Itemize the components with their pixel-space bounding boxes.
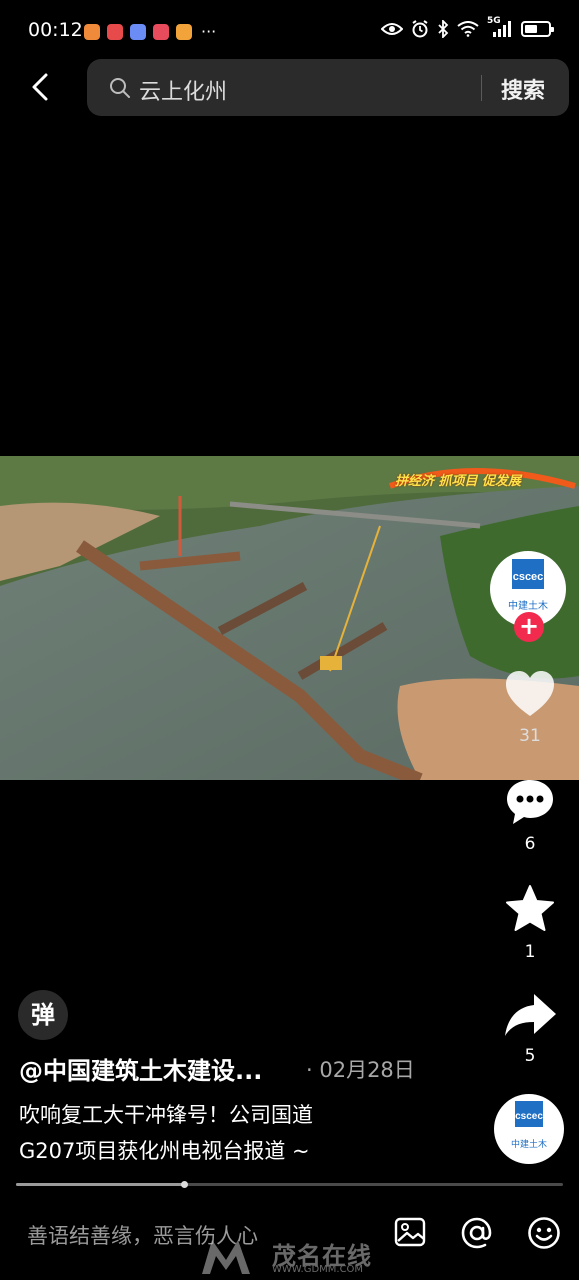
eye-icon	[381, 23, 403, 35]
comment-bubble-icon	[507, 780, 553, 824]
share-count: 5	[524, 1046, 536, 1066]
app-icon-5	[176, 23, 192, 40]
app-icon-4	[153, 23, 169, 40]
like-button[interactable]: 31	[500, 670, 560, 746]
progress-fill	[16, 1183, 184, 1186]
chevron-left-icon	[32, 73, 48, 101]
progress-handle[interactable]	[181, 1181, 188, 1188]
alarm-icon	[412, 20, 428, 38]
video-progress-bar[interactable]	[16, 1181, 563, 1188]
svg-text:cscec: cscec	[515, 1111, 543, 1122]
share-arrow-icon	[505, 994, 556, 1036]
heart-icon	[506, 671, 554, 716]
svg-text:中建土木: 中建土木	[508, 599, 548, 612]
watermark-url: WWW.GDMM.COM	[272, 1264, 364, 1275]
author-name[interactable]: @中国建筑土木建设...	[19, 1051, 262, 1086]
like-count: 31	[519, 726, 541, 746]
svg-text:中建土木: 中建土木	[511, 1138, 547, 1150]
status-time: 00:12	[28, 19, 83, 41]
search-divider	[481, 75, 482, 101]
favorite-count: 1	[524, 942, 536, 962]
search-input[interactable]: 云上化州	[139, 74, 227, 106]
search-button[interactable]: 搜索	[501, 73, 545, 105]
music-disc[interactable]: cscec 中建土木	[494, 1094, 564, 1164]
video-frame	[0, 456, 579, 780]
app-icon-3	[130, 23, 146, 40]
watermark-logo-icon	[202, 1240, 250, 1274]
image-icon[interactable]	[394, 1216, 426, 1248]
system-status: 5G	[381, 16, 554, 38]
status-bar: 00:12 ··· 5G	[0, 0, 579, 50]
follow-button[interactable]: +	[514, 612, 544, 642]
cscec-disc-logo-icon: cscec 中建土木	[511, 1101, 547, 1150]
app-icon-2	[107, 23, 123, 40]
battery-icon	[521, 21, 554, 37]
favorite-button[interactable]: 1	[500, 884, 560, 962]
app-icon-1	[84, 23, 100, 40]
search-icon	[110, 78, 130, 98]
share-button[interactable]: 5	[500, 992, 560, 1066]
description-line-1: 吹响复工大干冲锋号！公司国道	[19, 1103, 313, 1127]
star-icon	[506, 885, 554, 931]
wifi-icon	[457, 21, 479, 37]
watermark: 茂名在线 WWW.GDMM.COM	[198, 1232, 398, 1278]
comment-count: 6	[524, 834, 536, 854]
post-description: 吹响复工大干冲锋号！公司国道 G207项目获化州电视台报道 ~	[19, 1097, 459, 1169]
back-button[interactable]	[22, 67, 62, 107]
bluetooth-icon	[438, 20, 449, 38]
signal-icon: 5G	[487, 16, 513, 38]
notification-icons: ···	[84, 22, 216, 41]
search-bar[interactable]: 云上化州 搜索	[87, 59, 569, 116]
svg-text:cscec: cscec	[513, 571, 544, 583]
more-notifications-icon: ···	[201, 22, 217, 41]
comment-button[interactable]: 6	[500, 778, 560, 854]
video-caption-overlay: 拼经济 抓项目 促发展	[395, 474, 522, 489]
at-mention-icon[interactable]	[460, 1216, 494, 1250]
video-player[interactable]	[0, 456, 579, 780]
description-line-2: G207项目获化州电视台报道 ~	[19, 1139, 310, 1163]
post-date: · 02月28日	[306, 1058, 415, 1082]
danmaku-toggle-button[interactable]: 弹	[18, 990, 68, 1040]
emoji-icon[interactable]	[527, 1216, 561, 1250]
